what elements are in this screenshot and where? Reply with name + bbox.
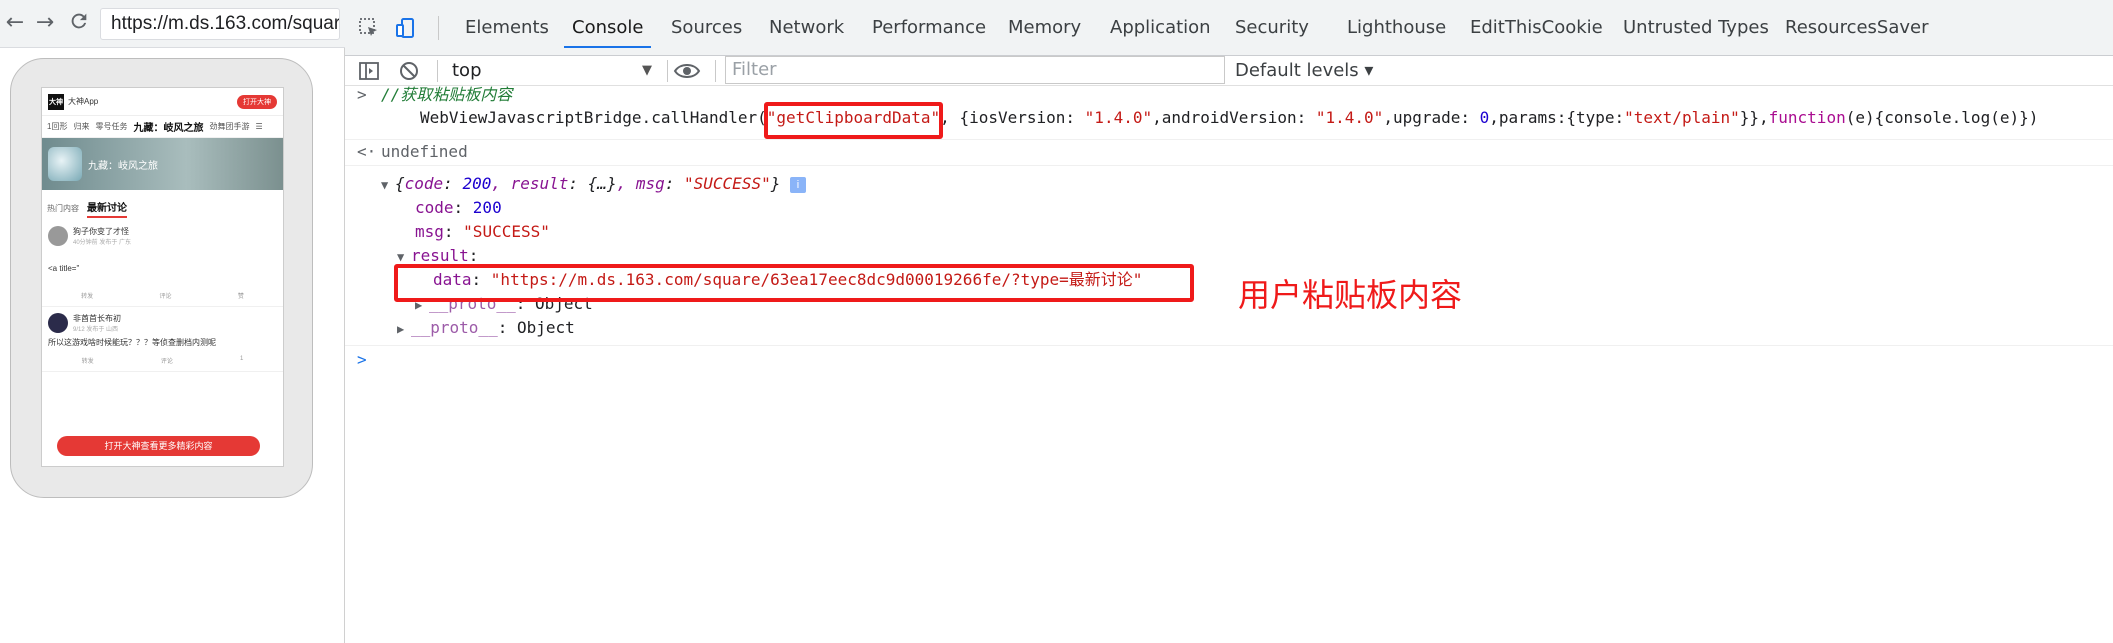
game-avatar [48,147,82,181]
log-levels-dropdown[interactable]: Default levels ▾ [1235,59,1373,83]
post-meta: 9/12 发布于 山西 [73,327,119,333]
row-divider [345,345,2113,346]
inspect-element-icon[interactable] [357,16,381,40]
hero-title: 九藏：岐风之旅 [88,160,158,172]
tab-latest[interactable]: 最新讨论 [87,199,127,218]
comment-button[interactable]: 评论 [161,356,173,365]
post-meta: 40分钟前 发布于 广东 [73,240,132,246]
address-bar[interactable]: https://m.ds.163.com/square [100,8,340,40]
property-msg: msg: "SUCCESS" [415,222,550,241]
avatar [48,313,68,333]
return-value: undefined [381,142,468,161]
toolbar-divider [715,60,716,82]
devtools-panel: Elements Console Sources Network Perform… [345,0,2113,643]
device-toolbar-icon[interactable] [395,16,419,40]
console-prompt[interactable]: > [357,349,367,371]
game-tab[interactable]: 劲舞团手游 [209,121,249,132]
game-tabs: 1回形 归来 零号任务 九藏：岐风之旅 劲舞团手游 ☰ [42,116,283,138]
share-button[interactable]: 转发 [82,356,94,365]
post-author: 非酋首长布初 [73,314,121,323]
clear-console-icon[interactable] [397,59,421,83]
game-hero-banner: 九藏：岐风之旅 [42,138,283,190]
game-tab[interactable]: 1回形 [47,121,67,132]
context-selector[interactable]: top ▼ [452,59,652,83]
console-toolbar: top ▼ Filter Default levels ▾ [345,56,2113,86]
tab-network[interactable]: Network [769,0,844,56]
toolbar-divider [437,60,438,82]
list-item[interactable]: 非酋首长布初 9/12 发布于 山西 所以这游戏啥时候能玩？？？等侦查删档内测呢… [42,307,283,372]
reload-icon[interactable] [66,10,92,36]
post-body: <a title=" [48,264,80,273]
return-arrow-icon: <· [357,142,377,161]
sidebar-toggle-icon[interactable] [357,59,381,83]
tab-elements[interactable]: Elements [465,0,549,56]
tab-sources[interactable]: Sources [671,0,742,56]
app-logo: 大神 [48,93,64,110]
share-button[interactable]: 转发 [81,291,93,300]
phone-frame: 大神 大神App 打开大神 1回形 归来 零号任务 九藏：岐风之旅 劲舞团手游 … [10,58,313,498]
tab-hot[interactable]: 热门内容 [47,203,79,214]
game-tab[interactable]: 零号任务 [95,121,127,132]
filter-input[interactable]: Filter [725,56,1225,84]
tab-application[interactable]: Application [1110,0,1211,56]
content-tabs: 热门内容 最新讨论 [42,196,283,220]
highlight-box-method [764,102,943,139]
back-arrow-icon[interactable]: ← [2,10,28,36]
tab-untrusted-types[interactable]: Untrusted Types [1623,0,1769,56]
expand-triangle-icon: ▼ [381,178,389,192]
menu-icon[interactable]: ☰ [255,122,262,131]
dropdown-caret-icon: ▼ [642,63,652,78]
context-value: top [452,60,482,81]
post-body: 所以这游戏啥时候能玩？？？等侦查删档内测呢 [48,338,216,347]
annotation-label: 用户粘贴板内容 [1238,276,1463,314]
post-author: 狗子你变了才怪 [73,227,129,236]
mobile-screen: 大神 大神App 打开大神 1回形 归来 零号任务 九藏：岐风之旅 劲舞团手游 … [41,87,284,467]
live-expression-eye-icon[interactable] [673,59,703,83]
tab-console[interactable]: Console [564,0,652,48]
tab-security[interactable]: Security [1235,0,1309,56]
devtools-tabbar: Elements Console Sources Network Perform… [345,0,2113,56]
browser-preview-panel: ← → https://m.ds.163.com/square 大神 大神App… [0,0,345,643]
tab-memory[interactable]: Memory [1008,0,1081,56]
open-app-button[interactable]: 打开大神 [237,94,277,109]
avatar [48,226,68,246]
toolbar-divider [667,60,668,82]
collapsed-triangle-icon: ▶ [397,322,405,336]
game-tab-active[interactable]: 九藏：岐风之旅 [133,119,203,134]
tab-lighthouse[interactable]: Lighthouse [1347,0,1446,56]
browser-toolbar: ← → https://m.ds.163.com/square [0,0,345,48]
tab-performance[interactable]: Performance [872,0,986,56]
info-icon[interactable]: i [790,176,806,193]
like-button[interactable]: 赞 [238,291,244,300]
property-code: code: 200 [415,198,502,217]
prompt-caret-icon: > [357,85,367,104]
row-divider [345,139,2113,140]
forward-arrow-icon[interactable]: → [32,10,58,36]
tab-editthiscookie[interactable]: EditThisCookie [1470,0,1603,56]
tab-resourcessaver[interactable]: ResourcesSaver [1785,0,1929,56]
game-tab[interactable]: 归来 [73,121,89,132]
console-comment: //获取粘贴板内容 [381,85,513,104]
highlight-box-clipboard [394,264,1194,302]
row-divider [345,165,2113,166]
property-proto[interactable]: ▶ __proto__: Object [397,317,575,340]
comment-button[interactable]: 评论 [159,291,171,300]
console-output: > //获取粘贴板内容 WebViewJavascriptBridge.call… [345,85,2113,643]
toolbar-divider [438,16,439,40]
like-button[interactable]: 1 [240,356,243,365]
app-name: 大神App [68,97,99,106]
open-app-cta-button[interactable]: 打开大神查看更多精彩内容 [57,436,260,456]
console-command[interactable]: WebViewJavascriptBridge.callHandler("get… [420,107,2038,129]
logged-object-summary[interactable]: ▼ {code: 200, result: {…}, msg: "SUCCESS"… [381,173,806,196]
list-item[interactable]: 狗子你变了才怪 40分钟前 发布于 广东 <a title=" 转发 评论 赞 [42,220,283,307]
app-header: 大神 大神App 打开大神 [42,88,283,116]
